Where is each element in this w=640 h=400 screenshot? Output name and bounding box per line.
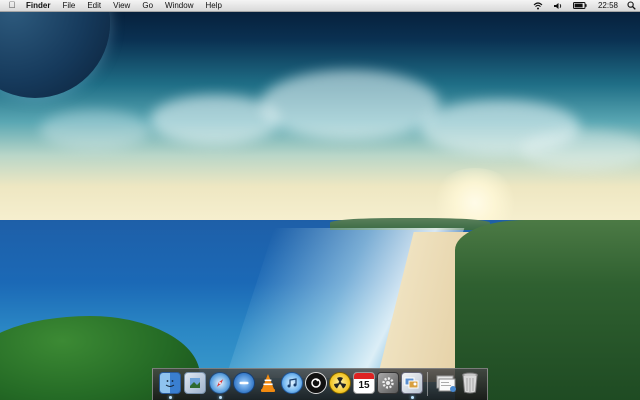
battery-icon[interactable] — [568, 0, 592, 11]
dock: 15 — [152, 368, 488, 400]
running-indicator — [411, 396, 414, 399]
finder-icon[interactable] — [159, 372, 181, 394]
spotlight-search-icon[interactable] — [622, 0, 640, 11]
itunes-icon[interactable] — [281, 372, 303, 394]
itunes-remote-icon[interactable] — [233, 372, 255, 394]
photo-app-icon[interactable] — [401, 372, 423, 394]
menu-finder[interactable]: Finder — [20, 0, 56, 11]
menu-go[interactable]: Go — [136, 0, 159, 11]
menu-view[interactable]: View — [107, 0, 136, 11]
documents-stack-icon[interactable] — [435, 372, 457, 394]
system-preferences-icon[interactable] — [377, 372, 399, 394]
volume-icon[interactable] — [548, 0, 568, 11]
running-indicator — [169, 396, 172, 399]
menu-bar:  Finder File Edit View Go Window Help 2… — [0, 0, 640, 12]
running-indicator — [219, 396, 222, 399]
menu-clock[interactable]: 22:58 — [592, 0, 622, 11]
apple-icon[interactable]:  — [4, 0, 20, 11]
menu-window[interactable]: Window — [159, 0, 199, 11]
wallpaper-cloud — [520, 130, 640, 170]
calendar-date: 15 — [358, 380, 370, 391]
menu-edit[interactable]: Edit — [81, 0, 107, 11]
vlc-icon[interactable] — [257, 372, 279, 394]
wifi-icon[interactable] — [528, 0, 548, 11]
wallpaper-cloud — [40, 110, 150, 150]
calendar-icon[interactable]: 15 — [353, 372, 375, 394]
safari-icon[interactable] — [209, 372, 231, 394]
menu-file[interactable]: File — [56, 0, 81, 11]
wallpaper-cloud — [260, 70, 440, 140]
menu-extras: 22:58 — [528, 0, 640, 11]
utilities-icon[interactable] — [305, 372, 327, 394]
trash-icon[interactable] — [459, 372, 481, 394]
menu-help[interactable]: Help — [199, 0, 227, 11]
radioactive-app-icon[interactable] — [329, 372, 351, 394]
dock-separator — [427, 372, 428, 396]
preview-icon[interactable] — [184, 372, 206, 394]
desktop-wallpaper — [0, 0, 640, 400]
